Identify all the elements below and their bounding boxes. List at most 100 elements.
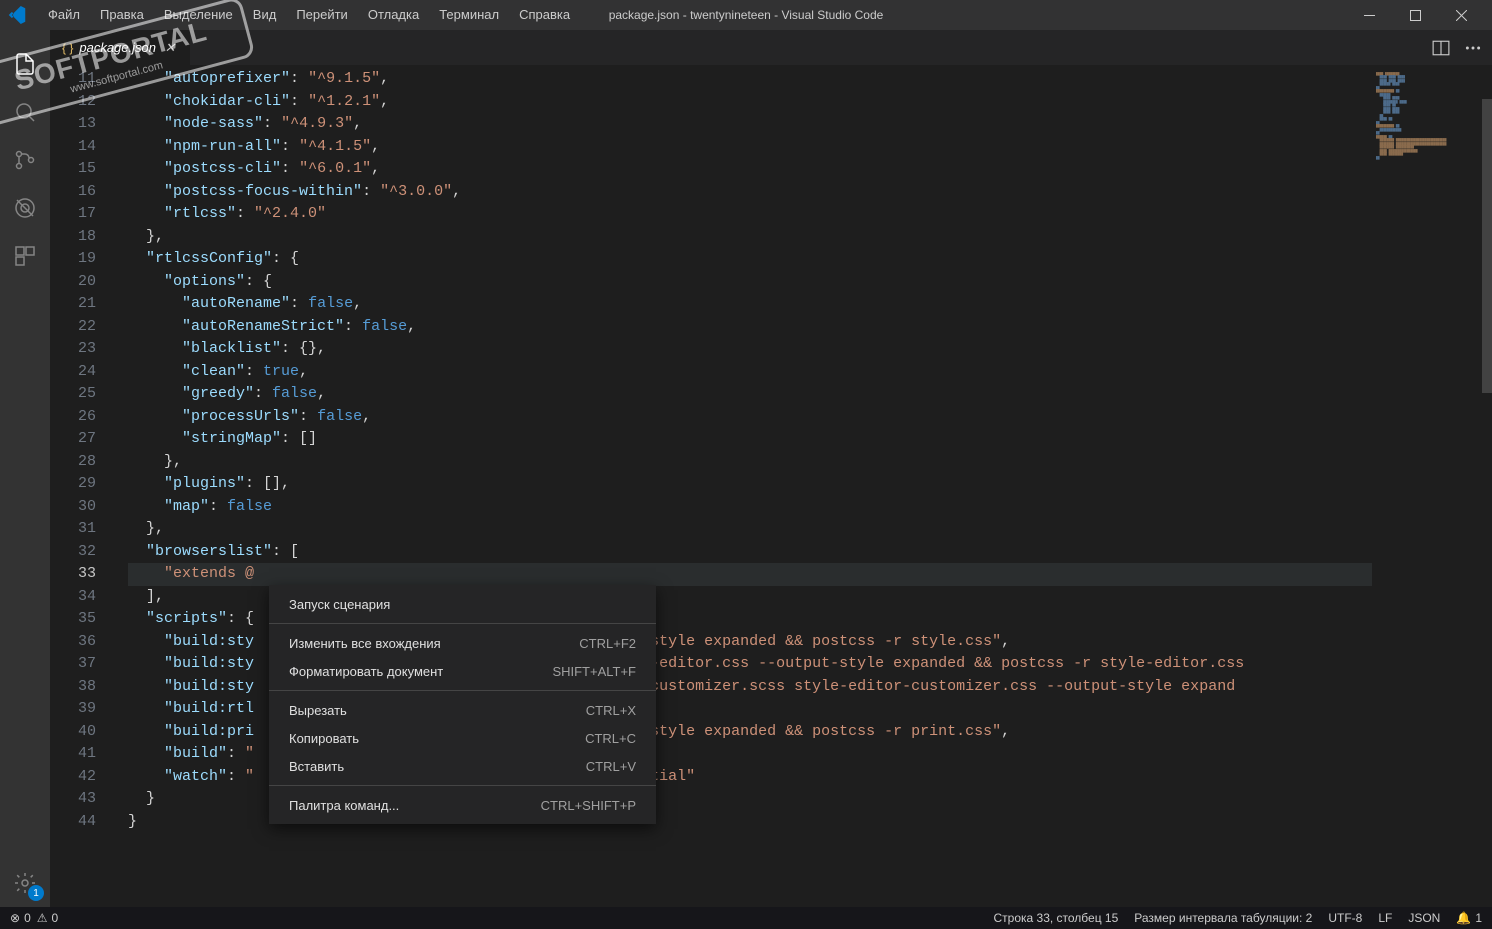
menu-terminal[interactable]: Терминал	[429, 0, 509, 30]
eol[interactable]: LF	[1378, 911, 1392, 925]
code-line[interactable]: "chokidar-cli": "^1.2.1",	[128, 91, 1372, 114]
line-number: 16	[50, 181, 96, 204]
code-line[interactable]: "processUrls": false,	[128, 406, 1372, 429]
code-line[interactable]: "plugins": [],	[128, 473, 1372, 496]
search-icon[interactable]	[0, 88, 50, 136]
code-line[interactable]: "postcss-focus-within": "^3.0.0",	[128, 181, 1372, 204]
code-line[interactable]: "blacklist": {},	[128, 338, 1372, 361]
tab-package-json[interactable]: { } package.json ✕	[50, 30, 191, 65]
context-menu-shortcut: CTRL+X	[586, 703, 636, 718]
context-menu-shortcut: CTRL+C	[585, 731, 636, 746]
code-line[interactable]: "rtlcss": "^2.4.0"	[128, 203, 1372, 226]
minimap[interactable]: ████ ████████ ████ ████ ████ ████ ████ █…	[1372, 65, 1492, 907]
code-line[interactable]: "extends @	[128, 563, 1372, 586]
debug-icon[interactable]	[0, 184, 50, 232]
line-number: 17	[50, 203, 96, 226]
code-line[interactable]: "autoprefixer": "^9.1.5",	[128, 68, 1372, 91]
code-line[interactable]: },	[128, 226, 1372, 249]
context-menu-shortcut: SHIFT+ALT+F	[552, 664, 636, 679]
editor-area: { } package.json ✕ 111213141516171819202…	[50, 30, 1492, 907]
code-line[interactable]: "node-sass": "^4.9.3",	[128, 113, 1372, 136]
code-line[interactable]: "browserslist": [	[128, 541, 1372, 564]
menu-help[interactable]: Справка	[509, 0, 580, 30]
line-number: 20	[50, 271, 96, 294]
language-mode[interactable]: JSON	[1408, 911, 1440, 925]
line-number: 24	[50, 361, 96, 384]
more-actions-icon[interactable]	[1464, 39, 1482, 57]
editor-scrollbar[interactable]	[1478, 65, 1492, 907]
window-controls	[1346, 0, 1484, 30]
code-line[interactable]: "postcss-cli": "^6.0.1",	[128, 158, 1372, 181]
scrollbar-thumb[interactable]	[1482, 99, 1492, 394]
code-line[interactable]: "rtlcssConfig": {	[128, 248, 1372, 271]
extensions-icon[interactable]	[0, 232, 50, 280]
menu-view[interactable]: Вид	[243, 0, 287, 30]
context-menu-item[interactable]: Запуск сценария	[269, 590, 656, 618]
line-number: 30	[50, 496, 96, 519]
source-control-icon[interactable]	[0, 136, 50, 184]
line-number: 38	[50, 676, 96, 699]
context-menu-label: Запуск сценария	[289, 597, 390, 612]
line-number: 21	[50, 293, 96, 316]
main-area: 1 { } package.json ✕ 1112131415161718192…	[0, 30, 1492, 907]
line-number: 11	[50, 68, 96, 91]
code-line[interactable]: },	[128, 518, 1372, 541]
code-line[interactable]: "greedy": false,	[128, 383, 1372, 406]
bell-icon: 🔔	[1456, 911, 1471, 925]
tab-label: package.json	[79, 40, 156, 55]
line-number: 44	[50, 811, 96, 834]
menu-debug[interactable]: Отладка	[358, 0, 429, 30]
line-number: 36	[50, 631, 96, 654]
close-button[interactable]	[1438, 0, 1484, 30]
maximize-button[interactable]	[1392, 0, 1438, 30]
line-number: 39	[50, 698, 96, 721]
line-number: 12	[50, 91, 96, 114]
encoding[interactable]: UTF-8	[1328, 911, 1362, 925]
code-line[interactable]: },	[128, 451, 1372, 474]
minimize-button[interactable]	[1346, 0, 1392, 30]
menu-edit[interactable]: Правка	[90, 0, 154, 30]
code-line[interactable]: "map": false	[128, 496, 1372, 519]
line-number: 13	[50, 113, 96, 136]
line-number: 28	[50, 451, 96, 474]
line-number: 34	[50, 586, 96, 609]
code-line[interactable]: "clean": true,	[128, 361, 1372, 384]
context-menu-item[interactable]: Форматировать документSHIFT+ALT+F	[269, 657, 656, 685]
tabs-bar: { } package.json ✕	[50, 30, 1492, 65]
line-numbers-gutter: 1112131415161718192021222324252627282930…	[50, 65, 116, 907]
window-title: package.json - twentynineteen - Visual S…	[609, 8, 884, 22]
tab-close-icon[interactable]: ✕	[162, 40, 178, 56]
settings-icon[interactable]: 1	[0, 859, 50, 907]
menu-selection[interactable]: Выделение	[154, 0, 243, 30]
code-line[interactable]: "options": {	[128, 271, 1372, 294]
code-line[interactable]: "autoRename": false,	[128, 293, 1372, 316]
warnings-item[interactable]: ⚠0	[37, 911, 58, 925]
notifications[interactable]: 🔔1	[1456, 911, 1482, 925]
editor-body[interactable]: 1112131415161718192021222324252627282930…	[50, 65, 1492, 907]
activity-bar: 1	[0, 30, 50, 907]
line-number: 22	[50, 316, 96, 339]
context-menu-item[interactable]: Копировать CTRL+C	[269, 724, 656, 752]
line-number: 26	[50, 406, 96, 429]
explorer-icon[interactable]	[0, 40, 50, 88]
line-number: 23	[50, 338, 96, 361]
status-bar: ⊗0 ⚠0 Строка 33, столбец 15 Размер интер…	[0, 907, 1492, 929]
json-braces-icon: { }	[62, 41, 73, 55]
code-line[interactable]: "stringMap": []	[128, 428, 1372, 451]
errors-item[interactable]: ⊗0	[10, 911, 31, 925]
tab-size[interactable]: Размер интервала табуляции: 2	[1134, 911, 1312, 925]
menu-go[interactable]: Перейти	[286, 0, 358, 30]
line-number: 33	[50, 563, 96, 586]
context-menu-item[interactable]: ВырезатьCTRL+X	[269, 696, 656, 724]
context-menu-item[interactable]: Изменить все вхожденияCTRL+F2	[269, 629, 656, 657]
context-menu-shortcut: CTRL+F2	[579, 636, 636, 651]
context-menu-item[interactable]: Палитра команд...CTRL+SHIFT+P	[269, 791, 656, 819]
menu-file[interactable]: Файл	[38, 0, 90, 30]
code-line[interactable]: "autoRenameStrict": false,	[128, 316, 1372, 339]
split-editor-icon[interactable]	[1432, 39, 1450, 57]
context-menu-shortcut: CTRL+V	[586, 759, 636, 774]
code-line[interactable]: "npm-run-all": "^4.1.5",	[128, 136, 1372, 159]
context-menu-label: Копировать	[289, 731, 359, 746]
context-menu-item[interactable]: ВставитьCTRL+V	[269, 752, 656, 780]
cursor-position[interactable]: Строка 33, столбец 15	[993, 911, 1118, 925]
